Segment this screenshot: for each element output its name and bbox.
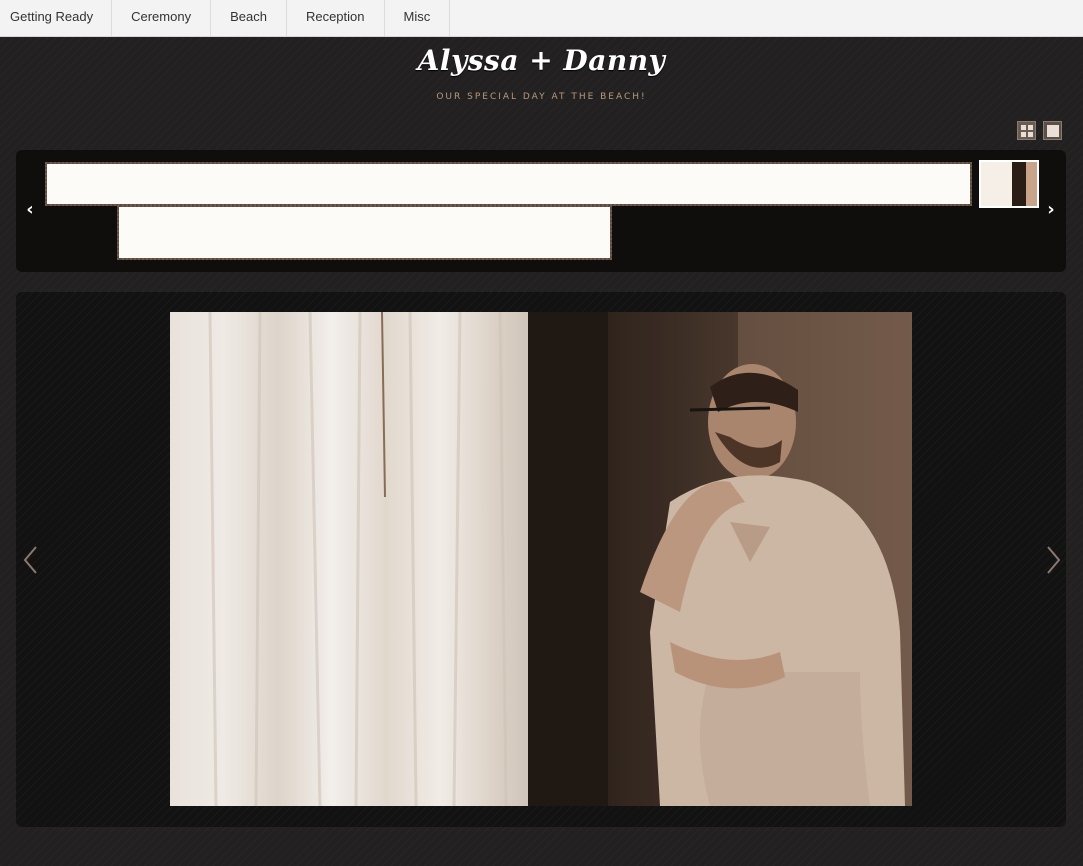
tab-reception[interactable]: Reception	[287, 0, 385, 36]
page-title: Alyssa + Danny	[417, 44, 666, 77]
filmstrip-next-button[interactable]: ›	[1044, 198, 1058, 222]
chevron-left-icon: ‹	[26, 199, 34, 220]
main-photo[interactable]	[170, 312, 912, 806]
grid-view-button[interactable]	[1017, 121, 1036, 140]
thumbnail-image[interactable]	[979, 160, 1039, 208]
gallery-nav: Getting Ready Ceremony Beach Reception M…	[0, 0, 1083, 37]
thumbnail-placeholder[interactable]	[117, 205, 612, 260]
single-view-button[interactable]	[1043, 121, 1062, 140]
tab-getting-ready[interactable]: Getting Ready	[0, 0, 113, 36]
grid-view-icon	[1021, 125, 1033, 137]
chevron-right-icon: ›	[1047, 199, 1055, 220]
filmstrip-prev-button[interactable]: ‹	[23, 198, 37, 222]
tab-beach[interactable]: Beach	[211, 0, 287, 36]
viewer-prev-button[interactable]	[21, 543, 41, 577]
chevron-right-icon	[1047, 546, 1061, 574]
chevron-left-icon	[23, 546, 37, 574]
thumbnail-placeholder[interactable]	[45, 162, 972, 206]
viewer-next-button[interactable]	[1043, 543, 1063, 577]
page-subtitle: OUR SPECIAL DAY AT THE BEACH!	[436, 92, 647, 102]
groom-photo-image	[170, 312, 912, 806]
tab-misc[interactable]: Misc	[385, 0, 451, 36]
tab-ceremony[interactable]: Ceremony	[112, 0, 212, 36]
single-view-icon	[1047, 125, 1059, 137]
